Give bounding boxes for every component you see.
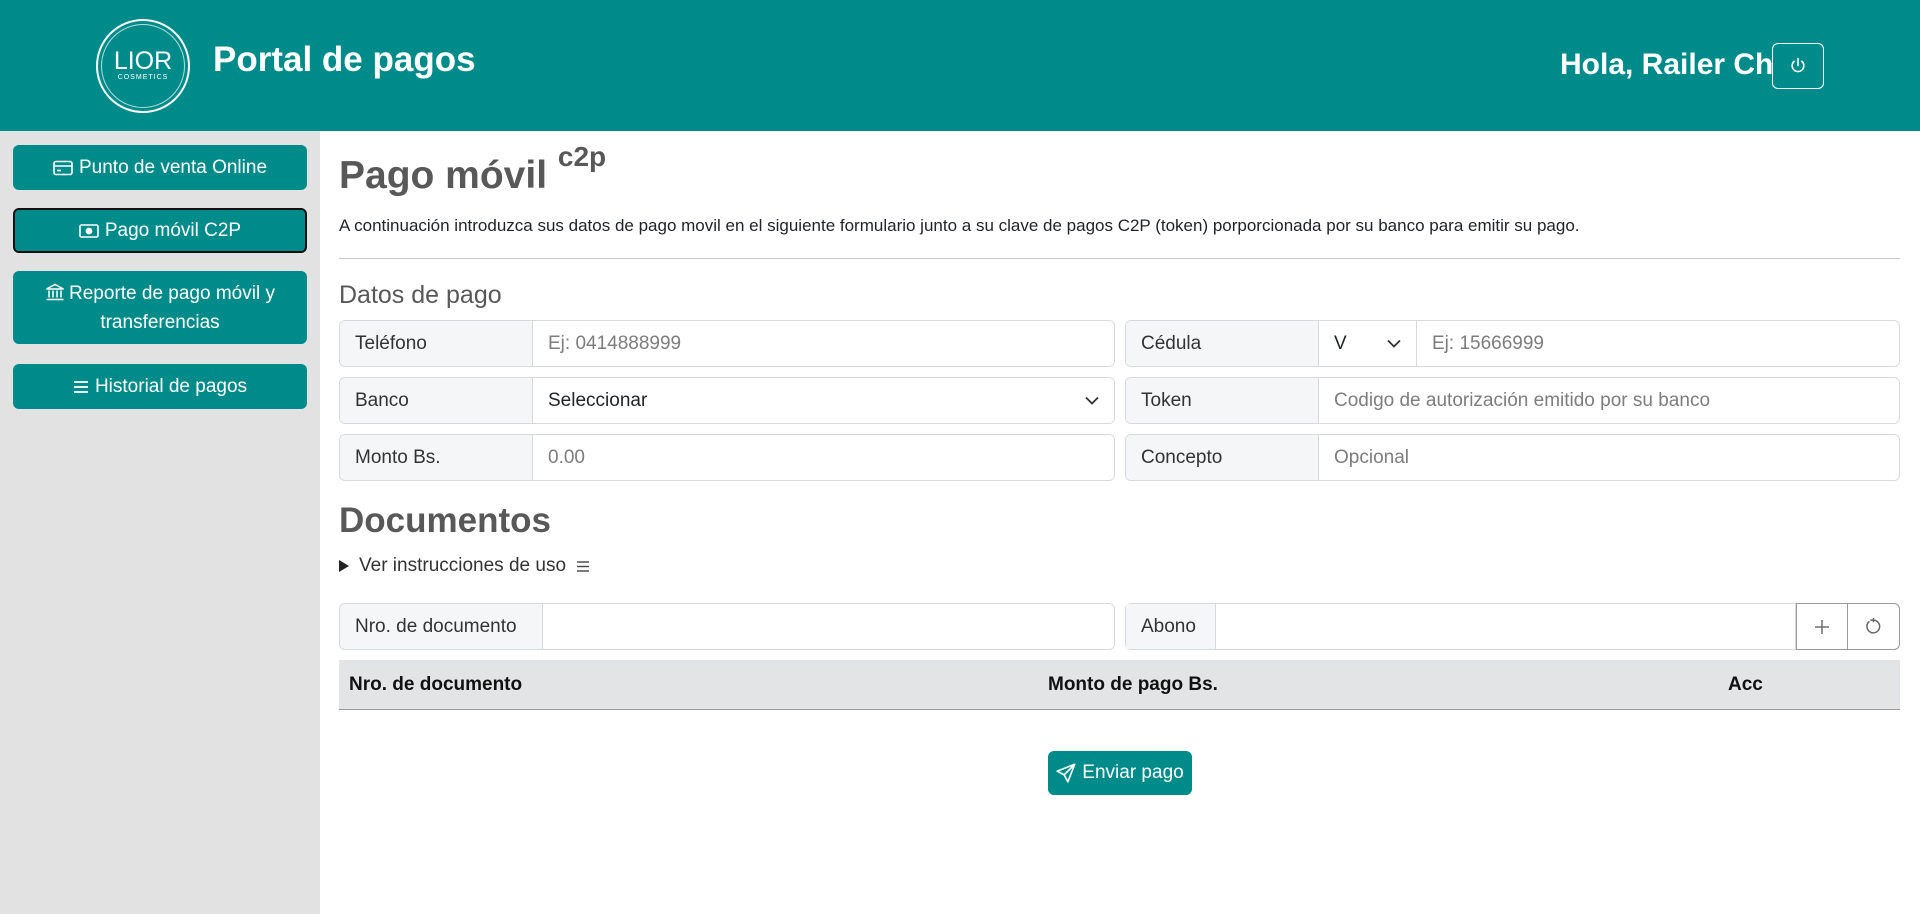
add-document-button[interactable] <box>1796 603 1848 650</box>
nro-documento-group: Nro. de documento <box>339 603 1115 650</box>
token-group: Token <box>1125 377 1900 424</box>
column-header-acciones: Acc <box>1728 674 1763 695</box>
abono-group: Abono <box>1125 603 1900 650</box>
section-title-documents: Documentos <box>339 501 551 540</box>
disclosure-triangle-icon <box>339 560 349 572</box>
chevron-down-icon <box>1085 396 1099 405</box>
send-payment-button[interactable]: Enviar pago <box>1048 751 1192 795</box>
monto-label: Monto Bs. <box>340 435 533 480</box>
sidebar: Punto de venta Online Pago móvil C2P Rep… <box>0 131 320 914</box>
nro-documento-input[interactable] <box>543 604 1114 649</box>
cedula-input[interactable] <box>1417 321 1899 366</box>
logo-subtext: COSMETICS <box>117 74 169 81</box>
logout-button[interactable] <box>1772 43 1824 89</box>
sidebar-item-pago-movil[interactable]: Pago móvil C2P <box>13 208 307 253</box>
reset-documents-button[interactable] <box>1848 603 1900 650</box>
page-title-superscript: c2p <box>557 141 607 172</box>
divider <box>339 258 1900 259</box>
power-icon <box>1791 57 1805 73</box>
list-icon <box>577 560 590 572</box>
cedula-type-select[interactable]: V <box>1319 321 1417 366</box>
telefono-input[interactable] <box>533 321 1114 366</box>
section-title-payment: Datos de pago <box>339 281 502 309</box>
concepto-input[interactable] <box>1319 435 1899 480</box>
banco-group: Banco Seleccionar <box>339 377 1115 424</box>
monto-group: Monto Bs. <box>339 434 1115 481</box>
banco-label: Banco <box>340 378 533 423</box>
chevron-down-icon <box>1387 339 1401 348</box>
concepto-group: Concepto <box>1125 434 1900 481</box>
abono-input[interactable] <box>1216 604 1796 649</box>
sidebar-item-label: Historial de pagos <box>94 376 248 397</box>
logo-text: LIOR <box>113 47 173 75</box>
sidebar-item-label: Pago móvil C2P <box>104 220 242 241</box>
cedula-group: Cédula V <box>1125 320 1900 367</box>
list-icon <box>73 380 88 393</box>
documents-table-header: Nro. de documento Monto de pago Bs. Acc <box>339 660 1900 710</box>
sidebar-item-pos-online[interactable]: Punto de venta Online <box>13 145 307 190</box>
column-header-monto: Monto de pago Bs. <box>1048 674 1218 695</box>
page-title: Pago móvil c2p <box>339 141 607 197</box>
instructions-toggle[interactable]: Ver instrucciones de uso <box>339 555 590 577</box>
logo: LIOR COSMETICS <box>96 19 190 113</box>
sidebar-item-label: Reporte de pago móvil y transferencias <box>69 282 275 333</box>
monto-input[interactable] <box>533 435 1114 480</box>
refresh-icon <box>1866 618 1881 634</box>
concepto-label: Concepto <box>1126 435 1319 480</box>
token-label: Token <box>1126 378 1319 423</box>
page-description: A continuación introduzca sus datos de p… <box>339 216 1580 235</box>
send-icon <box>1056 763 1076 783</box>
sidebar-item-reporte[interactable]: Reporte de pago móvil y transferencias <box>13 271 307 344</box>
cash-icon <box>79 223 99 238</box>
credit-card-icon <box>53 160 73 175</box>
token-input[interactable] <box>1319 378 1899 423</box>
portal-title: Portal de pagos <box>213 40 476 79</box>
telefono-label: Teléfono <box>340 321 533 366</box>
column-header-nro-documento: Nro. de documento <box>349 674 523 695</box>
abono-label: Abono <box>1126 604 1216 649</box>
send-payment-label: Enviar pago <box>1082 762 1184 783</box>
banco-select[interactable]: Seleccionar <box>533 378 1114 423</box>
nro-documento-label: Nro. de documento <box>340 604 543 649</box>
plus-icon <box>1815 619 1829 634</box>
user-greeting: Hola, Railer Ch <box>1560 48 1774 81</box>
top-header: LIOR COSMETICS Portal de pagos Hola, Rai… <box>0 0 1920 131</box>
cedula-label: Cédula <box>1126 321 1319 366</box>
telefono-group: Teléfono <box>339 320 1115 367</box>
sidebar-item-historial[interactable]: Historial de pagos <box>13 364 307 409</box>
sidebar-item-label: Punto de venta Online <box>78 157 268 178</box>
bank-icon <box>46 283 64 300</box>
instructions-label: Ver instrucciones de uso <box>359 555 567 576</box>
